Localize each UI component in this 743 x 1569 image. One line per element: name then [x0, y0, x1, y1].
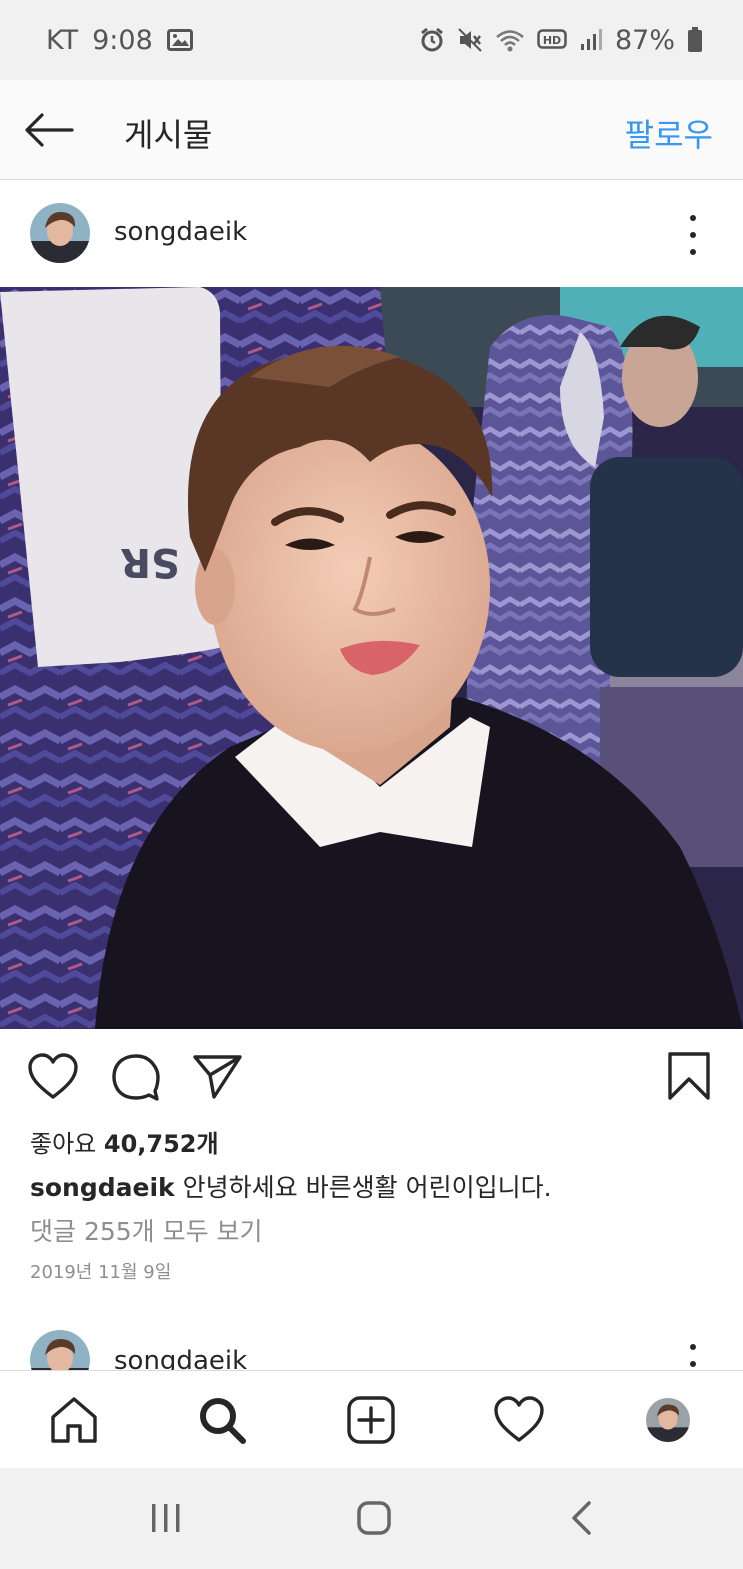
clock: 9:08	[92, 24, 153, 56]
next-post-header: songdaeik	[0, 1318, 743, 1370]
like-heart-icon[interactable]	[26, 1052, 80, 1102]
battery-icon	[687, 27, 703, 53]
likes-label: 좋아요	[30, 1130, 97, 1158]
avatar[interactable]	[30, 1330, 90, 1370]
post-action-bar	[0, 1040, 743, 1112]
recent-apps-icon[interactable]	[142, 1496, 190, 1540]
post-username[interactable]: songdaeik	[114, 217, 247, 247]
wifi-icon	[495, 28, 525, 52]
alarm-icon	[419, 27, 445, 53]
page-title: 게시물	[124, 116, 213, 154]
system-navigation-bar	[0, 1468, 743, 1569]
status-bar: KT 9:08 HD 87%	[0, 0, 743, 80]
activity-heart-icon[interactable]	[492, 1393, 546, 1447]
back-arrow-icon[interactable]	[22, 106, 76, 154]
home-button-icon[interactable]	[350, 1496, 398, 1540]
avatar	[646, 1398, 690, 1442]
post-photo[interactable]: SR	[0, 287, 743, 1029]
battery-percent: 87%	[614, 24, 675, 56]
view-all-comments-link[interactable]: 댓글 255개 모두 보기	[30, 1212, 263, 1248]
instagram-post-screen: KT 9:08 HD 87% 게시물 팔로우 songdaeik SR 좋아요 …	[0, 0, 743, 1569]
caption-username[interactable]: songdaeik	[30, 1173, 175, 1202]
hd-voice-icon: HD	[537, 29, 567, 51]
comment-icon[interactable]	[110, 1052, 162, 1102]
post-date: 2019년 11월 9일	[30, 1262, 172, 1283]
follow-button[interactable]: 팔로우	[625, 110, 713, 156]
home-icon[interactable]	[47, 1393, 101, 1447]
mute-icon	[457, 27, 483, 53]
top-app-bar: 게시물 팔로우	[0, 80, 743, 180]
save-bookmark-icon[interactable]	[664, 1050, 714, 1102]
likes-count: 40,752개	[103, 1130, 219, 1158]
search-icon[interactable]	[195, 1393, 249, 1447]
svg-text:HD: HD	[543, 34, 561, 47]
post-caption: songdaeik 안녕하세요 바른생활 어린이입니다.	[30, 1168, 552, 1204]
status-bar-left: KT 9:08	[46, 25, 419, 56]
profile-avatar[interactable]	[641, 1393, 695, 1447]
status-bar-right: HD 87%	[419, 25, 703, 56]
post-header: songdaeik	[0, 181, 743, 287]
seat-logo-text: SR	[120, 539, 180, 585]
share-direct-icon[interactable]	[192, 1052, 244, 1102]
more-options-icon[interactable]	[683, 1344, 703, 1370]
add-post-icon[interactable]	[344, 1393, 398, 1447]
caption-text: 안녕하세요 바른생활 어린이입니다.	[182, 1173, 552, 1202]
carrier-label: KT	[46, 24, 79, 56]
like-count[interactable]: 좋아요 40,752개	[30, 1124, 219, 1159]
bottom-tab-bar	[0, 1370, 743, 1468]
avatar[interactable]	[30, 203, 90, 263]
image-icon	[166, 29, 193, 51]
next-post-username[interactable]: songdaeik	[114, 1346, 247, 1370]
back-icon[interactable]	[558, 1496, 606, 1540]
more-options-icon[interactable]	[683, 215, 703, 255]
signal-icon	[579, 28, 603, 52]
